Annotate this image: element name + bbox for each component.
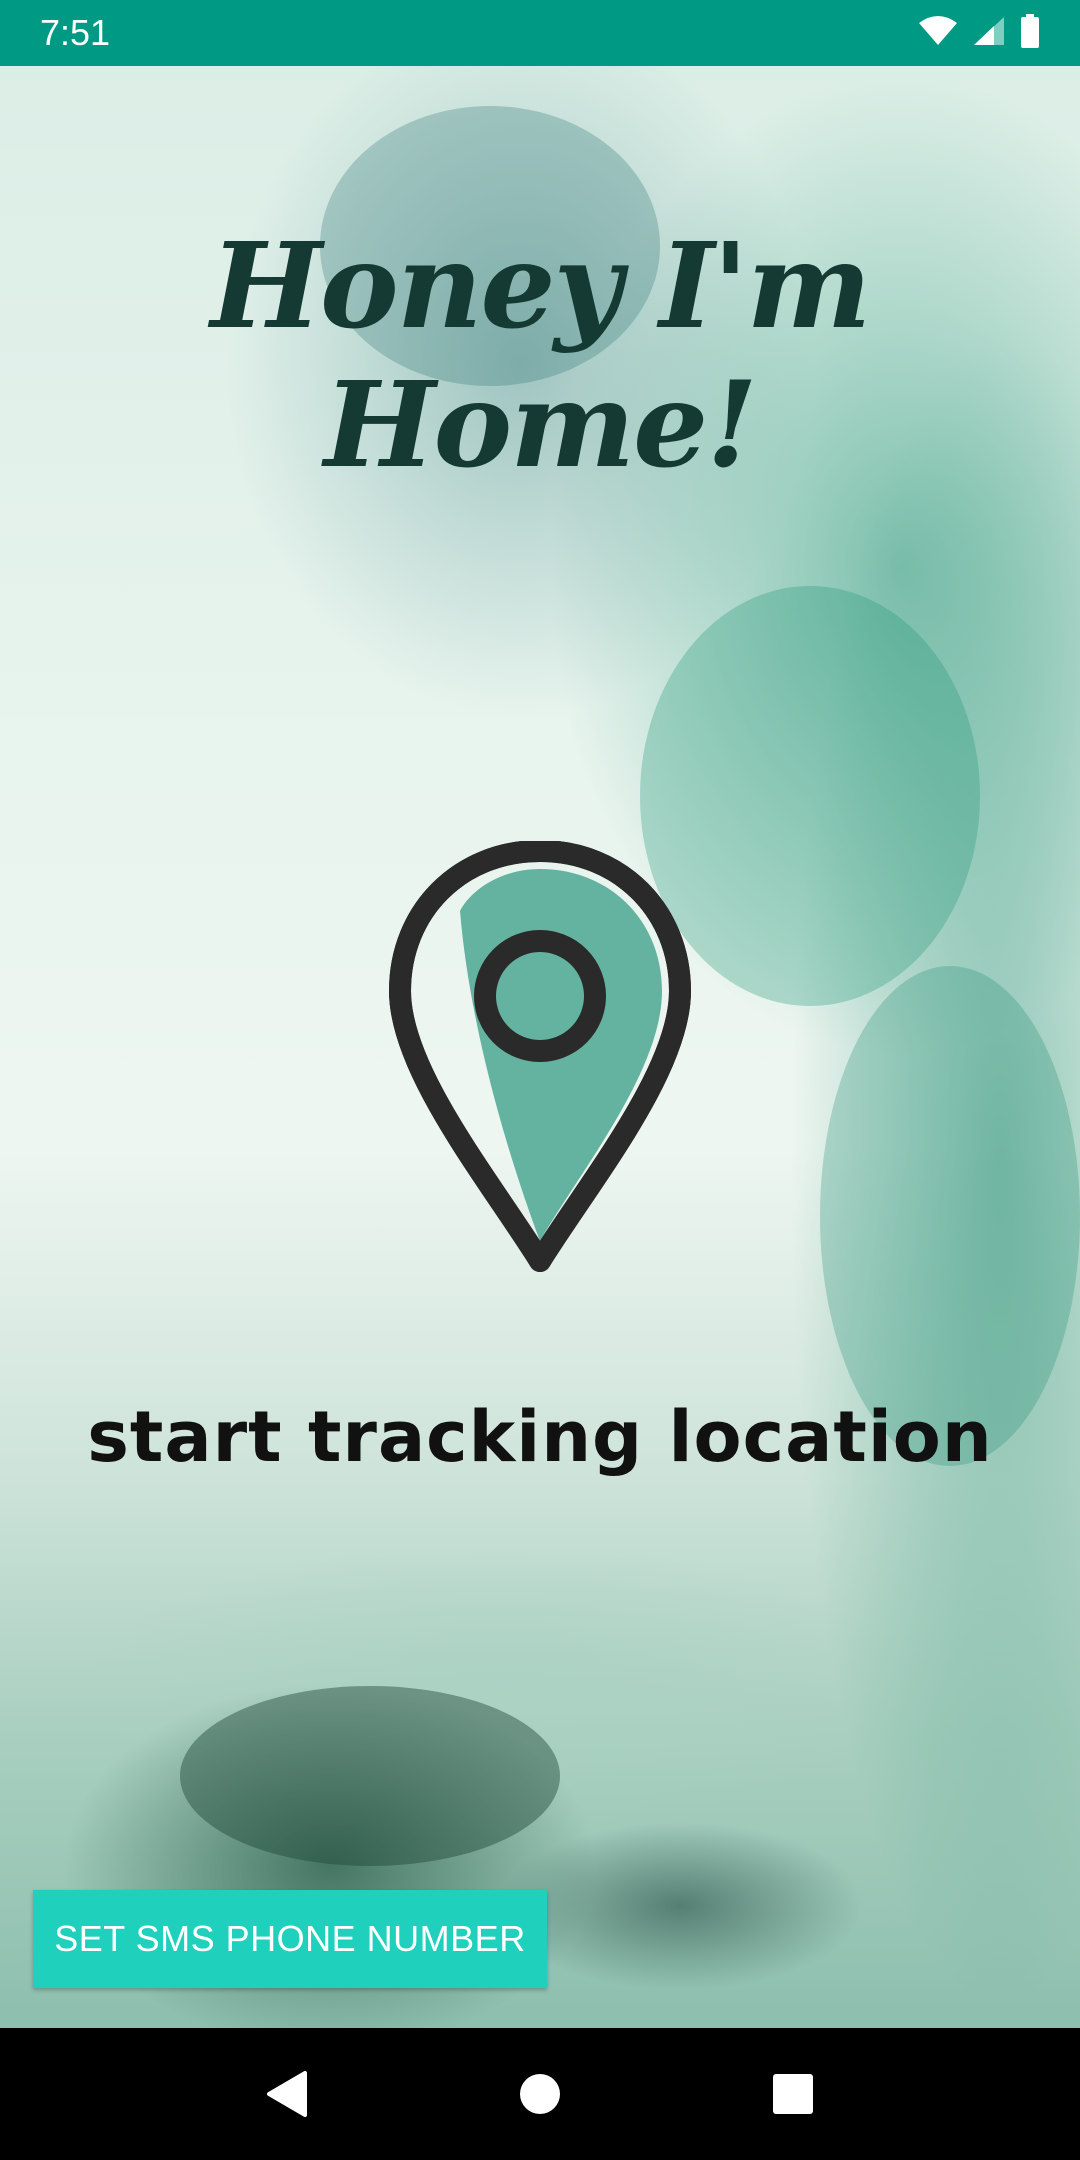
start-tracking-button[interactable]	[380, 840, 700, 1281]
recents-icon	[773, 2074, 814, 2114]
status-time: 7:51	[40, 12, 111, 53]
set-sms-phone-number-button[interactable]: SET SMS PHONE NUMBER	[33, 1890, 547, 1988]
foliage-decoration	[180, 1686, 560, 1866]
wifi-icon	[918, 15, 958, 52]
app-title: Honey I'm Home!	[210, 216, 872, 494]
status-bar: 7:51	[0, 0, 1080, 66]
status-icons	[918, 13, 1040, 53]
navigation-bar	[0, 2028, 1080, 2160]
recents-button[interactable]	[753, 2054, 833, 2134]
app-background: Honey I'm Home! start tracking location …	[0, 66, 1080, 2028]
signal-icon	[972, 15, 1006, 52]
back-icon	[266, 2071, 307, 2117]
start-tracking-label[interactable]: start tracking location	[0, 1396, 1080, 1478]
back-button[interactable]	[247, 2054, 327, 2134]
location-pin-icon	[389, 840, 691, 1272]
home-button[interactable]	[500, 2054, 580, 2134]
home-icon	[519, 2074, 560, 2114]
battery-icon	[1020, 13, 1040, 53]
foliage-decoration	[820, 966, 1080, 1466]
